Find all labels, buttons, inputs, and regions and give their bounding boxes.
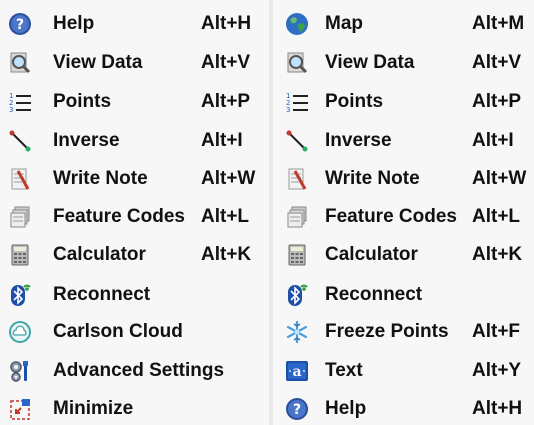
menu-item-map[interactable]: Map Alt+M	[273, 5, 534, 43]
menu-item-label: Inverse	[325, 130, 392, 151]
svg-text:3: 3	[286, 106, 290, 114]
menu-item-calculator[interactable]: Calculator Alt+K	[0, 236, 269, 274]
shortcut-label: Alt+P	[201, 91, 251, 112]
menu-item-feature-codes[interactable]: Feature Codes Alt+L	[0, 198, 269, 236]
menu-item-label: Points	[325, 91, 384, 112]
menu-item-reconnect[interactable]: Reconnect	[273, 276, 534, 314]
menu-item-points[interactable]: 123 Points Alt+P	[273, 83, 534, 121]
help-icon: ?	[8, 12, 32, 36]
menu-item-view-data[interactable]: View Data Alt+V	[273, 44, 534, 82]
menu-item-inverse[interactable]: Inverse Alt+I	[0, 122, 269, 160]
calculator-icon	[8, 243, 32, 267]
menu-item-label: Help	[53, 13, 95, 34]
minimize-icon	[8, 397, 32, 421]
menu-item-advanced-settings[interactable]: Advanced Settings	[0, 352, 269, 390]
menu-item-label: Calculator	[53, 244, 146, 265]
menu-item-help[interactable]: ? Help Alt+H	[0, 5, 269, 43]
right-menu-panel: Map Alt+M View Data Alt+V 123 Points Alt…	[273, 0, 534, 425]
bluetooth-icon	[285, 283, 309, 307]
menu-item-label: Calculator	[325, 244, 418, 265]
menu-item-help[interactable]: ? Help Alt+H	[273, 390, 534, 425]
write-note-icon	[8, 167, 32, 191]
shortcut-label: Alt+F	[472, 321, 521, 342]
menu-item-write-note[interactable]: Write Note Alt+W	[273, 160, 534, 198]
shortcut-label: Alt+V	[201, 52, 251, 73]
menu-item-text[interactable]: a Text Alt+Y	[273, 352, 534, 390]
menu-item-label: Points	[53, 91, 112, 112]
points-icon: 123	[8, 90, 32, 114]
menu-item-points[interactable]: 123 Points Alt+P	[0, 83, 269, 121]
menu-item-label: Advanced Settings	[53, 360, 225, 381]
feature-codes-icon	[8, 205, 32, 229]
shortcut-label: Alt+P	[472, 91, 522, 112]
menu-item-label: Write Note	[325, 168, 420, 189]
menu-item-label: Help	[325, 398, 367, 419]
shortcut-label: Alt+L	[201, 206, 250, 227]
menu-item-freeze-points[interactable]: Freeze Points Alt+F	[273, 313, 534, 351]
shortcut-label: Alt+K	[472, 244, 523, 265]
inverse-icon	[285, 129, 309, 153]
view-data-icon	[8, 51, 32, 75]
cloud-icon	[8, 320, 32, 344]
menu-item-label: Carlson Cloud	[53, 321, 183, 342]
menu-item-inverse[interactable]: Inverse Alt+I	[273, 122, 534, 160]
shortcut-label: Alt+W	[201, 168, 256, 189]
feature-codes-icon	[285, 205, 309, 229]
menu-item-minimize[interactable]: Minimize	[0, 390, 269, 425]
shortcut-label: Alt+H	[472, 398, 523, 419]
inverse-icon	[8, 129, 32, 153]
freeze-icon	[285, 320, 309, 344]
shortcut-label: Alt+I	[472, 130, 514, 151]
bluetooth-icon	[8, 283, 32, 307]
menu-item-label: Feature Codes	[325, 206, 457, 227]
shortcut-label: Alt+L	[472, 206, 521, 227]
menu-item-label: Freeze Points	[325, 321, 449, 342]
write-note-icon	[285, 167, 309, 191]
svg-text:3: 3	[9, 106, 13, 114]
menu-item-calculator[interactable]: Calculator Alt+K	[273, 236, 534, 274]
shortcut-label: Alt+M	[472, 13, 525, 34]
menu-item-label: Map	[325, 13, 363, 34]
menu-item-label: Reconnect	[53, 284, 151, 305]
shortcut-label: Alt+Y	[472, 360, 522, 381]
menu-item-label: Minimize	[53, 398, 134, 419]
menu-item-reconnect[interactable]: Reconnect	[0, 276, 269, 314]
menu-item-label: Reconnect	[325, 284, 423, 305]
svg-text:a: a	[292, 364, 301, 380]
text-icon: a	[285, 359, 309, 383]
menu-item-view-data[interactable]: View Data Alt+V	[0, 44, 269, 82]
svg-text:?: ?	[293, 402, 301, 418]
view-data-icon	[285, 51, 309, 75]
shortcut-label: Alt+K	[201, 244, 252, 265]
shortcut-label: Alt+W	[472, 168, 527, 189]
shortcut-label: Alt+H	[201, 13, 252, 34]
menu-item-label: Feature Codes	[53, 206, 185, 227]
shortcut-label: Alt+I	[201, 130, 243, 151]
svg-text:?: ?	[16, 17, 24, 33]
menu-item-write-note[interactable]: Write Note Alt+W	[0, 160, 269, 198]
menu-item-label: View Data	[325, 52, 415, 73]
left-menu-panel: ? Help Alt+H View Data Alt+V 123 Points …	[0, 0, 269, 425]
menu-item-label: Write Note	[53, 168, 148, 189]
menu-item-label: Inverse	[53, 130, 120, 151]
menu-item-label: View Data	[53, 52, 143, 73]
points-icon: 123	[285, 90, 309, 114]
shortcut-label: Alt+V	[472, 52, 522, 73]
settings-icon	[8, 359, 32, 383]
calculator-icon	[285, 243, 309, 267]
menu-item-label: Text	[325, 360, 363, 381]
menu-item-carlson-cloud[interactable]: Carlson Cloud	[0, 313, 269, 351]
menu-item-feature-codes[interactable]: Feature Codes Alt+L	[273, 198, 534, 236]
globe-icon	[285, 12, 309, 36]
help-icon: ?	[285, 397, 309, 421]
